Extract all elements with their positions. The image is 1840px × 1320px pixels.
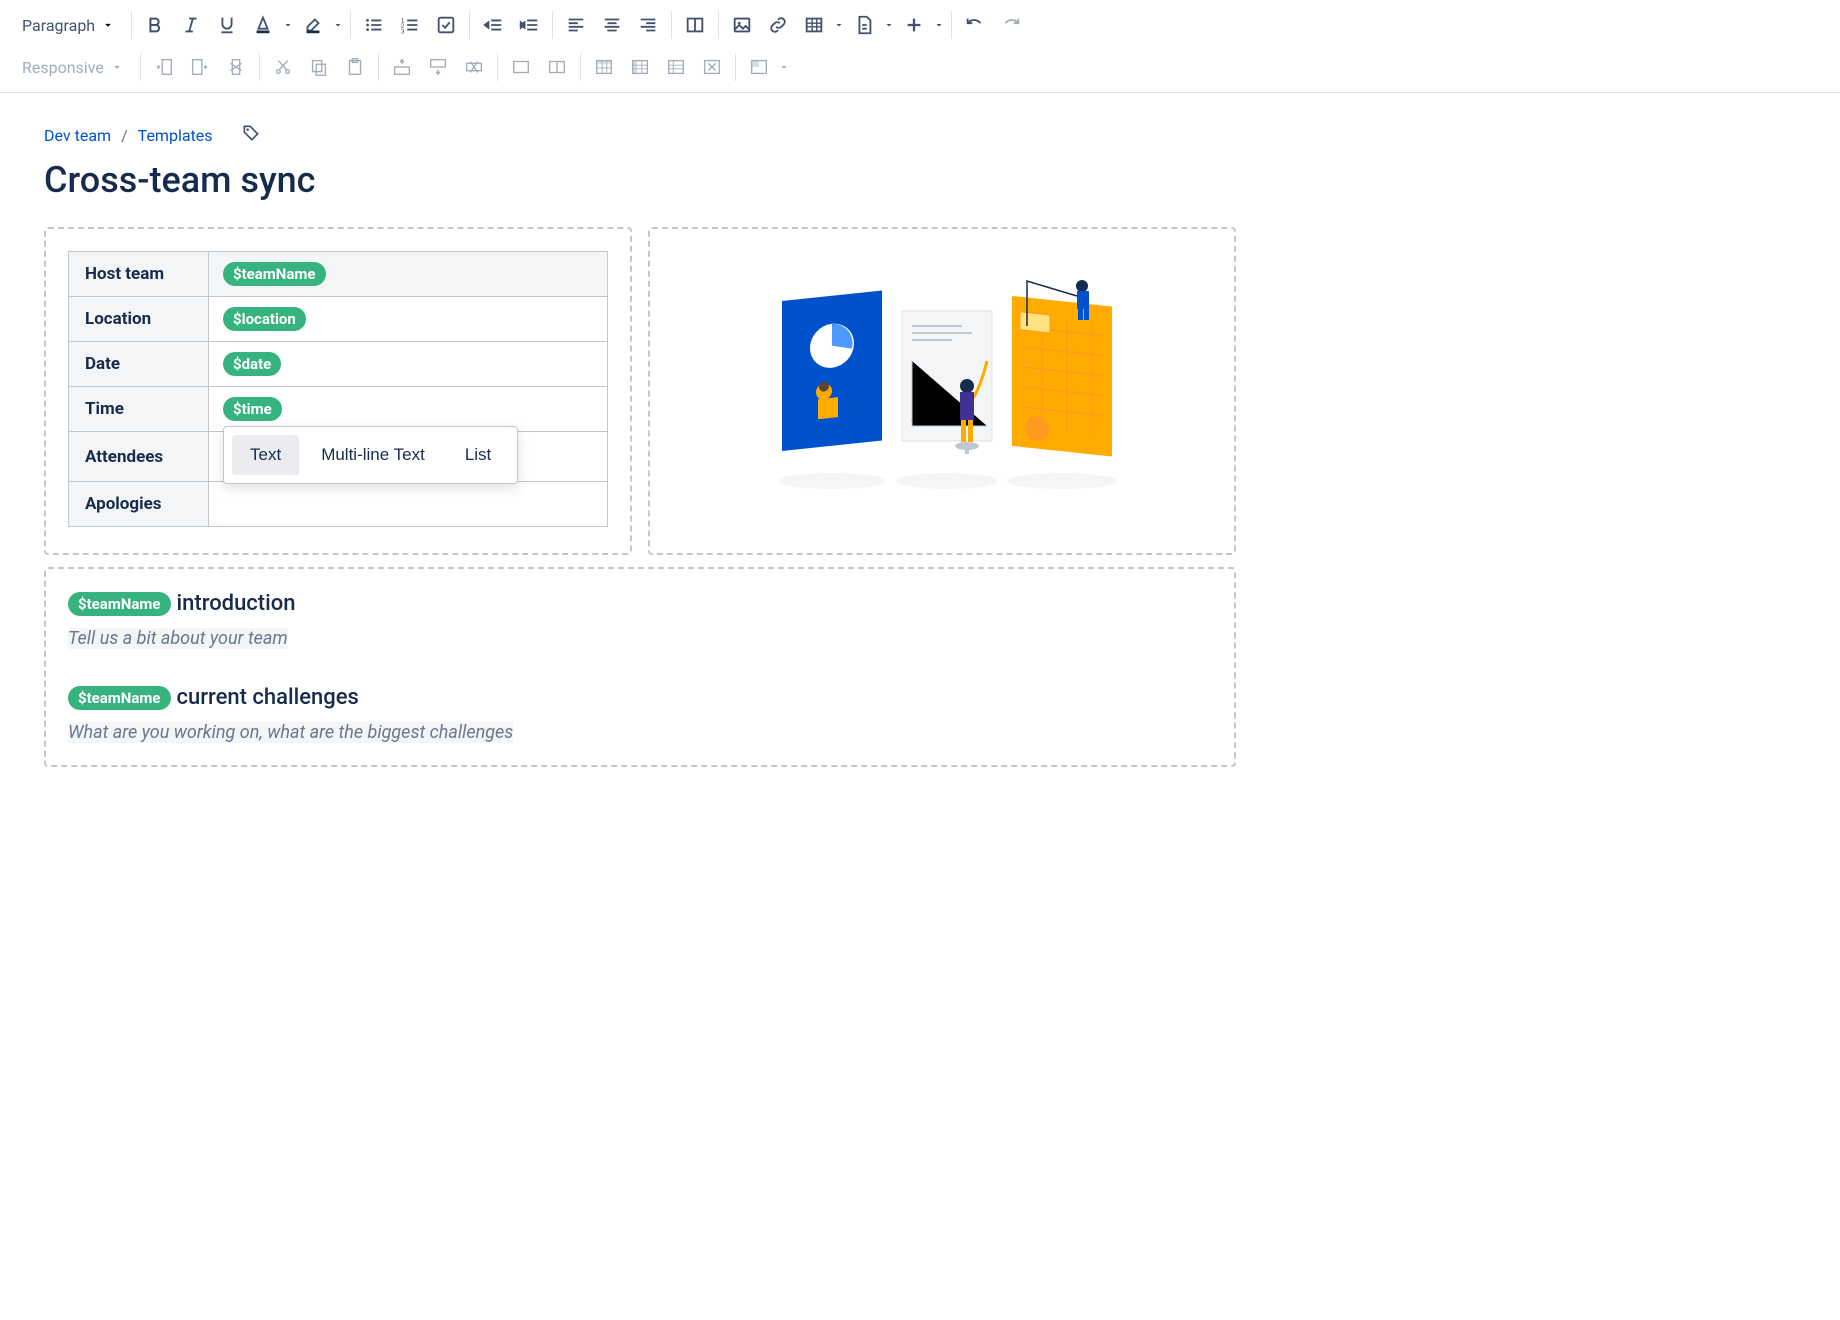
layout-cell-left[interactable]: Host team $teamName Location $location D… [44, 227, 632, 555]
numbered-list-button[interactable]: 123 [393, 8, 427, 42]
bold-button[interactable] [138, 8, 172, 42]
table-row: Attendees Text Multi-line Text List [69, 432, 608, 482]
image-button[interactable] [725, 8, 759, 42]
table-button[interactable] [797, 8, 831, 42]
chevron-down-icon [110, 60, 124, 74]
paste-row-button[interactable] [338, 50, 372, 84]
info-table: Host team $teamName Location $location D… [68, 251, 608, 527]
chevron-down-icon[interactable] [933, 18, 945, 32]
bullet-list-button[interactable] [357, 8, 391, 42]
table-cell[interactable]: $location [209, 297, 608, 342]
table-header-row-button[interactable] [587, 50, 621, 84]
responsive-dropdown[interactable]: Responsive [12, 52, 134, 83]
italic-button[interactable] [174, 8, 208, 42]
table-row: Host team $teamName [69, 252, 608, 297]
link-button[interactable] [761, 8, 795, 42]
chevron-down-icon[interactable] [332, 18, 344, 32]
table-cell[interactable]: $teamName [209, 252, 608, 297]
highlight-button[interactable] [296, 8, 330, 42]
page-title[interactable]: Cross-team sync [44, 159, 1236, 201]
redo-button[interactable] [994, 8, 1028, 42]
col-insert-left-button[interactable] [147, 50, 181, 84]
table-numbered-button[interactable] [659, 50, 693, 84]
table-header-cell[interactable]: Location [69, 297, 209, 342]
table-header-cell[interactable]: Date [69, 342, 209, 387]
variable-token[interactable]: $teamName [223, 262, 326, 286]
table-row: Location $location [69, 297, 608, 342]
table-row: Date $date [69, 342, 608, 387]
editor-toolbar: Paragraph 123 [0, 0, 1840, 93]
variable-type-popup: Text Multi-line Text List [223, 426, 518, 484]
chevron-down-icon[interactable] [282, 18, 294, 32]
chevron-down-icon[interactable] [833, 18, 845, 32]
svg-text:3: 3 [401, 28, 405, 35]
page-layout-button[interactable] [678, 8, 712, 42]
variable-type-list-button[interactable]: List [447, 435, 509, 475]
chevron-down-icon[interactable] [778, 60, 790, 74]
text-color-button[interactable] [246, 8, 280, 42]
breadcrumb: Dev team / Templates [44, 123, 1236, 147]
col-insert-right-button[interactable] [183, 50, 217, 84]
paragraph-style-label: Paragraph [22, 16, 95, 35]
chevron-down-icon [101, 18, 115, 32]
align-center-button[interactable] [595, 8, 629, 42]
variable-type-multiline-button[interactable]: Multi-line Text [303, 435, 443, 475]
align-right-button[interactable] [631, 8, 665, 42]
template-button[interactable] [847, 8, 881, 42]
align-left-button[interactable] [559, 8, 593, 42]
cell-background-button[interactable] [742, 50, 776, 84]
variable-type-text-button[interactable]: Text [232, 435, 299, 475]
table-cell[interactable]: $time [209, 387, 608, 432]
placeholder-text[interactable]: Tell us a bit about your team [68, 628, 288, 649]
row-insert-below-button[interactable] [421, 50, 455, 84]
variable-token[interactable]: $teamName [68, 592, 171, 616]
table-header-cell[interactable]: Apologies [69, 482, 209, 527]
table-header-cell[interactable]: Time [69, 387, 209, 432]
row-delete-button[interactable] [457, 50, 491, 84]
section-heading[interactable]: introduction [177, 591, 296, 616]
copy-row-button[interactable] [302, 50, 336, 84]
table-row: Apologies [69, 482, 608, 527]
table-cell[interactable]: Text Multi-line Text List [209, 432, 608, 482]
underline-button[interactable] [210, 8, 244, 42]
placeholder-text[interactable]: What are you working on, what are the bi… [68, 722, 513, 743]
responsive-label: Responsive [22, 58, 104, 77]
chevron-down-icon[interactable] [883, 18, 895, 32]
table-delete-button[interactable] [695, 50, 729, 84]
breadcrumb-space-link[interactable]: Dev team [44, 126, 111, 145]
breadcrumb-separator: / [121, 126, 128, 145]
variable-token[interactable]: $location [223, 307, 306, 331]
section-heading[interactable]: current challenges [177, 685, 359, 710]
illustration-image [672, 251, 1212, 531]
table-header-cell[interactable]: Attendees [69, 432, 209, 482]
undo-button[interactable] [958, 8, 992, 42]
col-delete-button[interactable] [219, 50, 253, 84]
variable-token[interactable]: $time [223, 397, 282, 421]
indent-button[interactable] [512, 8, 546, 42]
split-cells-button[interactable] [540, 50, 574, 84]
cut-row-button[interactable] [266, 50, 300, 84]
labels-icon[interactable] [241, 123, 261, 147]
layout-cell-full[interactable]: $teamName introduction Tell us a bit abo… [44, 567, 1236, 767]
table-header-col-button[interactable] [623, 50, 657, 84]
table-row: Time $time [69, 387, 608, 432]
breadcrumb-parent-link[interactable]: Templates [138, 126, 213, 145]
variable-token[interactable]: $date [223, 352, 281, 376]
outdent-button[interactable] [476, 8, 510, 42]
table-header-cell[interactable]: Host team [69, 252, 209, 297]
row-insert-above-button[interactable] [385, 50, 419, 84]
variable-token[interactable]: $teamName [68, 686, 171, 710]
paragraph-style-dropdown[interactable]: Paragraph [12, 10, 125, 41]
task-list-button[interactable] [429, 8, 463, 42]
insert-button[interactable] [897, 8, 931, 42]
merge-cells-button[interactable] [504, 50, 538, 84]
layout-cell-right[interactable] [648, 227, 1236, 555]
table-cell[interactable] [209, 482, 608, 527]
table-cell[interactable]: $date [209, 342, 608, 387]
